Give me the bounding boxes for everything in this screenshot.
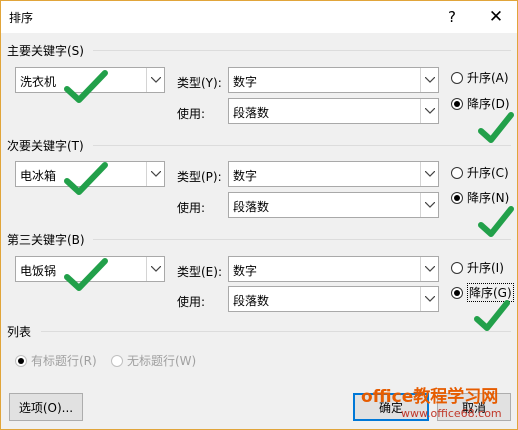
help-button[interactable]: ? (429, 1, 475, 33)
checkmark-icon (474, 300, 510, 331)
chevron-down-icon[interactable] (420, 68, 438, 92)
chevron-down-icon[interactable] (420, 257, 438, 281)
radio-label: 有标题行(R) (31, 354, 97, 368)
checkmark-icon (64, 162, 108, 195)
checkmark-icon (478, 112, 514, 143)
type-label: 类型(P): (177, 170, 222, 184)
chevron-down-icon[interactable] (420, 99, 438, 123)
watermark: office教程学习网 www.office68.com (361, 382, 502, 420)
radio-circle[interactable] (451, 97, 463, 110)
radio-label: 升序(C) (467, 166, 509, 180)
radio-label: 升序(I) (467, 261, 504, 275)
radio-label: 降序(D) (467, 97, 510, 111)
radio-circle[interactable] (451, 261, 463, 274)
use-value: 段落数 (233, 200, 270, 214)
type-label: 类型(E): (177, 265, 222, 279)
radio-label: 无标题行(W) (127, 354, 197, 368)
primary-descending-radio[interactable]: 降序(D) (451, 95, 510, 112)
use-label: 使用: (177, 295, 206, 309)
has-header-radio[interactable]: 有标题行(R) (15, 352, 97, 369)
chevron-down-icon[interactable] (146, 162, 164, 186)
radio-circle[interactable] (15, 354, 27, 367)
title-bar: 排序 ? ✕ (1, 1, 517, 33)
radio-label: 降序(N) (467, 191, 510, 205)
radio-circle[interactable] (451, 191, 463, 204)
tertiary-key-label: 第三关键字(B) (7, 233, 85, 247)
tertiary-use-select[interactable]: 段落数 (228, 286, 439, 312)
primary-key-value: 洗衣机 (20, 75, 57, 89)
type-value: 数字 (233, 75, 258, 89)
chevron-down-icon[interactable] (420, 193, 438, 217)
chevron-down-icon[interactable] (146, 257, 164, 281)
use-label: 使用: (177, 201, 206, 215)
tertiary-type-select[interactable]: 数字 (228, 256, 439, 282)
no-header-radio[interactable]: 无标题行(W) (111, 352, 196, 369)
section-divider (93, 145, 511, 146)
radio-circle[interactable] (451, 166, 463, 179)
secondary-key-value: 电冰箱 (20, 169, 57, 183)
secondary-key-label: 次要关键字(T) (7, 139, 84, 153)
primary-ascending-radio[interactable]: 升序(A) (451, 69, 509, 86)
secondary-ascending-radio[interactable]: 升序(C) (451, 164, 509, 181)
window-title: 排序 (9, 11, 34, 25)
chevron-down-icon[interactable] (420, 162, 438, 186)
watermark-title: office教程学习网 (361, 387, 499, 407)
use-label: 使用: (177, 107, 206, 121)
checkmark-icon (478, 206, 514, 237)
type-value: 数字 (233, 264, 258, 278)
radio-circle[interactable] (451, 71, 463, 84)
type-value: 数字 (233, 169, 258, 183)
primary-key-label: 主要关键字(S) (7, 44, 84, 58)
section-divider (41, 331, 511, 332)
secondary-use-select[interactable]: 段落数 (228, 192, 439, 218)
options-button[interactable]: 选项(O)... (9, 393, 83, 421)
secondary-type-select[interactable]: 数字 (228, 161, 439, 187)
tertiary-key-value: 电饭锅 (20, 264, 57, 278)
sort-dialog: 排序 ? ✕ 主要关键字(S) 洗衣机 类型(Y): 数字 使用: 段落数 升序… (0, 0, 518, 430)
radio-circle[interactable] (451, 286, 463, 299)
section-divider (93, 50, 511, 51)
chevron-down-icon[interactable] (146, 68, 164, 92)
checkmark-icon (64, 70, 108, 103)
type-label: 类型(Y): (177, 76, 222, 90)
use-value: 段落数 (233, 294, 270, 308)
watermark-url: www.office68.com (401, 407, 502, 420)
use-value: 段落数 (233, 106, 270, 120)
section-divider (93, 239, 511, 240)
close-button[interactable]: ✕ (475, 1, 517, 33)
primary-type-select[interactable]: 数字 (228, 67, 439, 93)
list-label: 列表 (7, 325, 32, 339)
secondary-descending-radio[interactable]: 降序(N) (451, 189, 509, 206)
chevron-down-icon[interactable] (420, 287, 438, 311)
radio-circle[interactable] (111, 354, 123, 367)
checkmark-icon (64, 258, 108, 291)
primary-use-select[interactable]: 段落数 (228, 98, 439, 124)
tertiary-ascending-radio[interactable]: 升序(I) (451, 259, 504, 276)
radio-label: 升序(A) (467, 71, 509, 85)
